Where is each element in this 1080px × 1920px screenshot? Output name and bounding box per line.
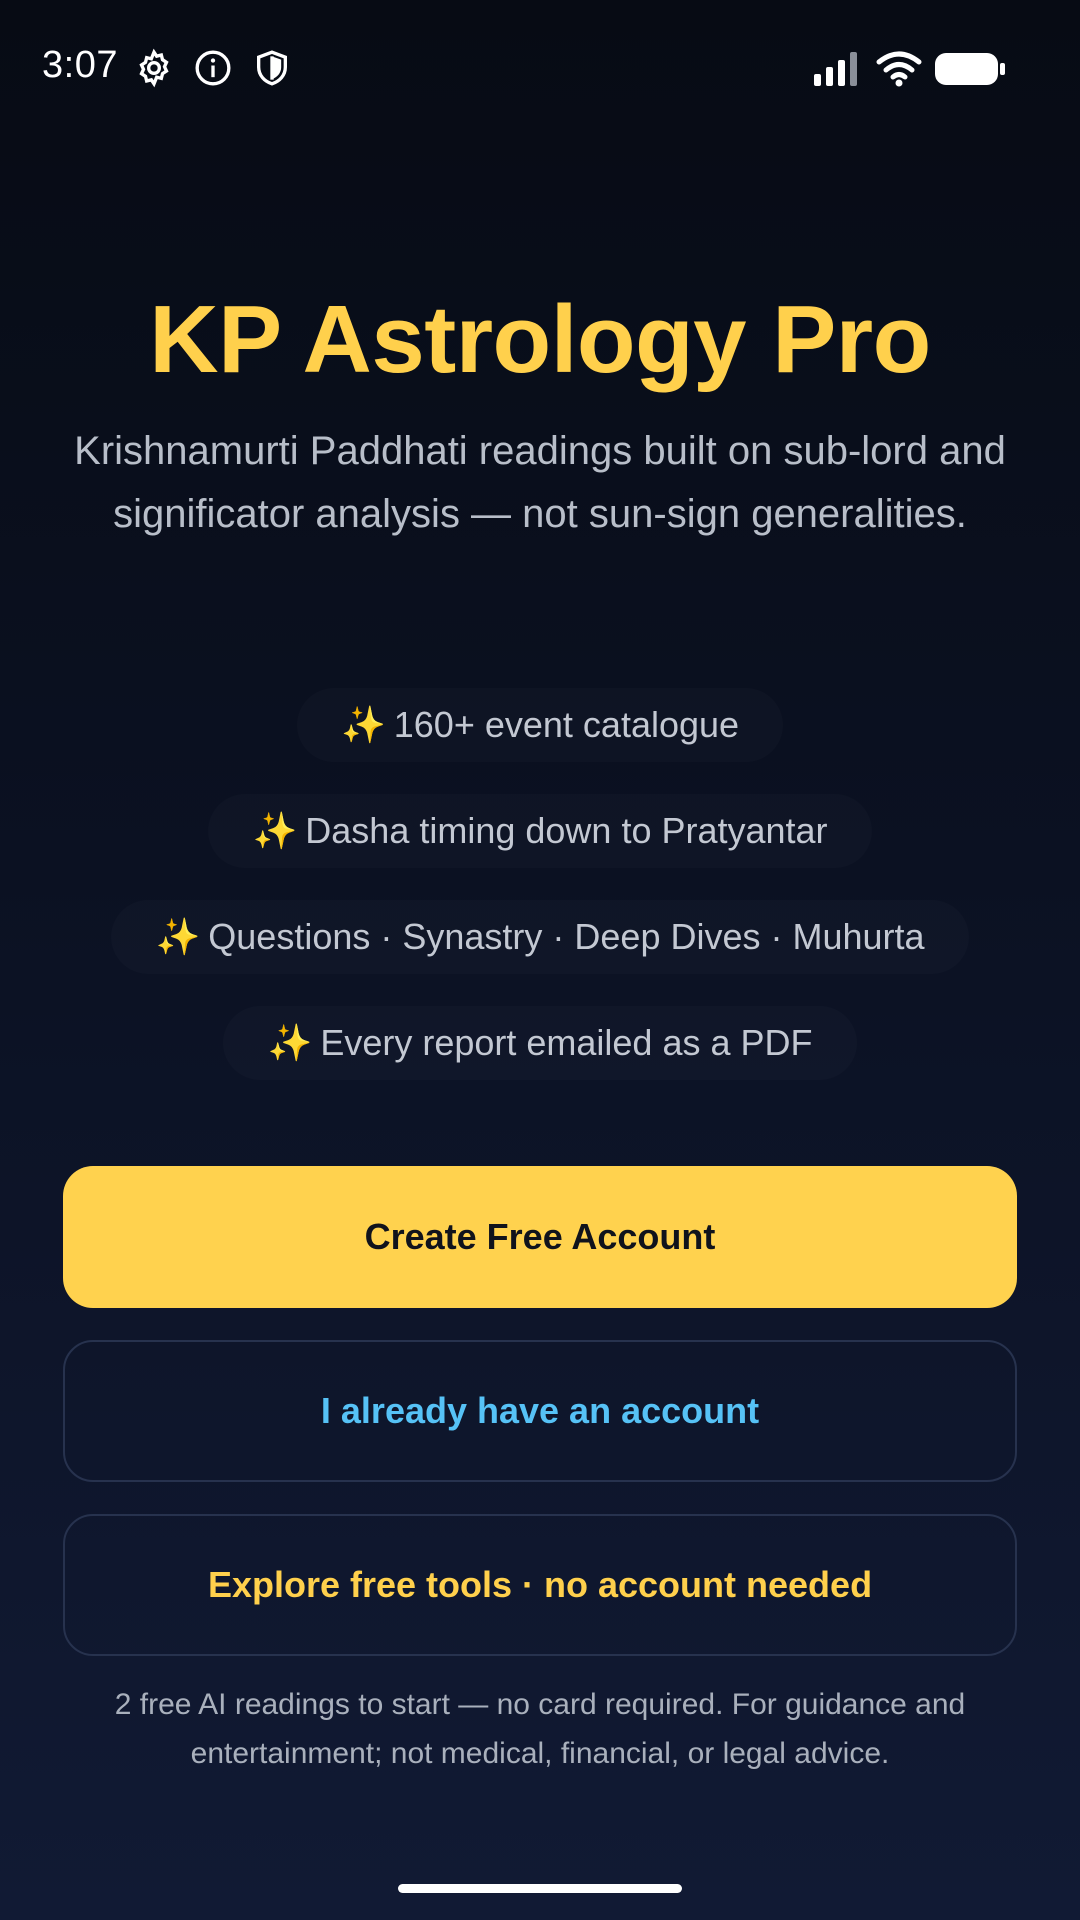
feature-list: ✨ 160+ event catalogue ✨ Dasha timing do… (0, 688, 1080, 1112)
create-account-button[interactable]: Create Free Account (63, 1166, 1017, 1308)
feature-item: ✨ Questions · Synastry · Deep Dives · Mu… (111, 900, 968, 974)
sparkle-icon: ✨ (340, 704, 386, 745)
status-bar: 3:07 (0, 0, 1080, 135)
info-icon (193, 48, 233, 88)
gear-icon (134, 48, 174, 88)
feature-label: Dasha timing down to Pratyantar (305, 810, 828, 851)
disclaimer-text: 2 free AI readings to start — no card re… (114, 1688, 966, 1770)
signal-icon (812, 50, 862, 88)
sparkle-icon: ✨ (267, 1022, 313, 1063)
feature-label: Every report emailed as a PDF (320, 1022, 813, 1063)
shield-icon (252, 48, 292, 88)
app-subtitle: Krishnamurti Paddhati readings built on … (74, 429, 1006, 536)
sparkle-icon: ✨ (155, 916, 201, 957)
feature-label: Questions · Synastry · Deep Dives · Muhu… (208, 916, 925, 957)
feature-label: 160+ event catalogue (393, 704, 740, 745)
status-time: 3:07 (42, 44, 118, 86)
feature-item: ✨ 160+ event catalogue (297, 688, 783, 762)
sparkle-icon: ✨ (252, 810, 298, 851)
sign-in-button[interactable]: I already have an account (63, 1340, 1017, 1482)
app-title: KP Astrology Pro (149, 286, 931, 393)
explore-tools-button[interactable]: Explore free tools · no account needed (63, 1514, 1017, 1656)
home-indicator[interactable] (398, 1884, 682, 1893)
feature-item: ✨ Every report emailed as a PDF (223, 1006, 856, 1080)
wifi-icon (875, 50, 923, 88)
feature-item: ✨ Dasha timing down to Pratyantar (208, 794, 871, 868)
battery-icon (934, 50, 1006, 88)
